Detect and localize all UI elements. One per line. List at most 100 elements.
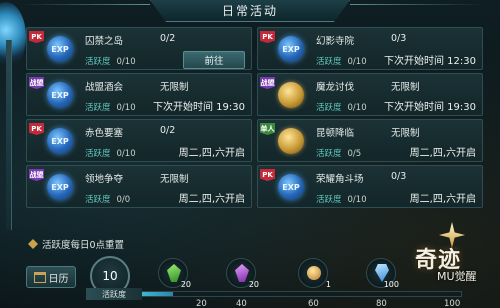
activity-progress-fill (141, 292, 173, 296)
milestone-label: 40 (236, 299, 247, 308)
activity-type-tag: PK (29, 31, 44, 43)
activity-points-row: 活跃度 0/10 (85, 101, 136, 113)
green-gem-icon (167, 264, 181, 282)
activity-count: 0/3 (391, 33, 407, 44)
reward-quantity: 1 (325, 280, 331, 289)
activity-name: 昆顿降临 (316, 128, 355, 139)
activity-card[interactable]: PK EXP 赤色要塞 0/2 活跃度 0/10 周二,四,六开启 (26, 119, 252, 162)
activity-count: 0/2 (160, 33, 176, 44)
activity-count: 0/2 (160, 125, 176, 136)
calendar-icon (33, 271, 46, 283)
activity-points-row: 活跃度 0/10 (316, 193, 367, 205)
gold-icon (278, 82, 304, 108)
activity-points-label: 活跃度 (316, 195, 342, 205)
activity-points-label: 活跃度 (85, 149, 111, 159)
diamond-bullet-icon (28, 239, 38, 249)
reset-note: 活跃度每日0点重置 (28, 237, 124, 251)
activity-points-label: 活跃度 (316, 57, 342, 67)
activity-card[interactable]: 单人 昆顿降临 无限制活跃度 0/5 周二,四,六开启 (257, 119, 483, 162)
activity-schedule: 下次开始时间 19:30 (384, 102, 476, 113)
activity-points-value: 10 (102, 269, 118, 283)
activity-card[interactable]: 战盟 魔龙讨伐 无限制活跃度 0/10 下次开始时间 19:30 (257, 73, 483, 116)
milestone-label: 60 (308, 299, 319, 308)
activity-count: 无限制 (391, 128, 420, 139)
title-divider-right (350, 4, 485, 5)
logo-subtitle: MU觉醒 (437, 270, 477, 283)
activity-schedule: 周二,四,六开启 (178, 148, 245, 159)
activity-points-label: 活跃度 (85, 103, 111, 113)
activity-type-tag: PK (29, 123, 44, 135)
milestone-label: 20 (196, 299, 207, 308)
activity-count: 无限制 (160, 82, 189, 93)
activity-points-value: 0/5 (347, 149, 362, 159)
exp-icon: EXP (47, 82, 73, 108)
activity-card[interactable]: PK EXP 幻影寺院 0/3 活跃度 0/10 下次开始时间 12:30 (257, 27, 483, 70)
activity-type-tag: PK (260, 31, 275, 43)
exp-icon: EXP (47, 128, 73, 154)
activity-points-value: 0/10 (347, 57, 367, 67)
activity-points-value: 0/10 (347, 195, 367, 205)
milestone-label: 100 (444, 299, 461, 308)
activity-schedule: 周二,四,六开启 (409, 148, 476, 159)
activity-schedule: 下次开始时间 12:30 (384, 56, 476, 67)
activity-points-row: 活跃度 0/10 (316, 55, 367, 67)
activity-name: 魔龙讨伐 (316, 82, 355, 93)
activity-points-row: 活跃度 0/10 (85, 55, 136, 67)
activity-name: 战盟酒会 (85, 82, 124, 93)
activity-name: 荣耀角斗场 (316, 174, 364, 185)
activity-points-row: 活跃度 0/10 (85, 147, 136, 159)
goto-button[interactable]: 前往 (183, 51, 245, 69)
activity-schedule: 周二,四,六开启 (409, 194, 476, 205)
activity-points-label: 活跃度 (86, 288, 142, 300)
activity-name: 赤色要塞 (85, 128, 124, 139)
activity-points-label: 活跃度 (85, 57, 111, 67)
exp-icon: EXP (47, 174, 73, 200)
activity-count: 无限制 (391, 82, 420, 93)
reward-chest[interactable]: 20 (226, 258, 259, 289)
calendar-button[interactable]: 日历 (26, 266, 76, 288)
milestone-label: 80 (376, 299, 387, 308)
reward-chest[interactable]: 1 (298, 258, 331, 289)
activity-points-value: 0/10 (116, 57, 136, 67)
activity-points-value: 0/10 (116, 103, 136, 113)
activity-points-value: 0/0 (116, 195, 131, 205)
reset-note-text: 活跃度每日0点重置 (42, 240, 125, 251)
activity-card[interactable]: 战盟 EXP 领地争夺 无限制活跃度 0/0 周二,四,六开启 (26, 165, 252, 208)
orb-icon (307, 266, 321, 280)
activity-card[interactable]: 战盟 EXP 战盟酒会 无限制 活跃度 0/10 下次开始时间 19:30 (26, 73, 252, 116)
activity-count: 0/3 (391, 171, 407, 182)
activity-card[interactable]: PK EXP 荣耀角斗场 0/3 活跃度 0/10 周二,四,六开启 (257, 165, 483, 208)
exp-icon: EXP (278, 36, 304, 62)
activity-name: 幻影寺院 (316, 36, 355, 47)
activity-type-tag: 战盟 (260, 77, 275, 89)
reward-quantity: 20 (180, 280, 191, 289)
activity-points-value: 0/10 (347, 103, 367, 113)
title-banner: 日常活动 (150, 0, 350, 22)
activity-points-value: 0/10 (116, 149, 136, 159)
activity-points-row: 活跃度 0/10 (316, 101, 367, 113)
purple-gem-icon (235, 264, 249, 282)
title-divider-left (20, 4, 150, 5)
exp-icon: EXP (47, 36, 73, 62)
activity-type-tag: 单人 (260, 123, 275, 135)
activity-name: 领地争夺 (85, 174, 124, 185)
activity-points-label: 活跃度 (85, 195, 111, 205)
activity-name: 囚禁之岛 (85, 36, 124, 47)
activity-count: 无限制 (160, 174, 189, 185)
gold-icon (278, 128, 304, 154)
activity-schedule: 周二,四,六开启 (178, 194, 245, 205)
reward-quantity: 20 (248, 280, 259, 289)
exp-icon: EXP (278, 174, 304, 200)
reward-chest[interactable]: 100 (366, 258, 399, 289)
activity-type-tag: PK (260, 169, 275, 181)
activity-card[interactable]: PK EXP 囚禁之岛 0/2 活跃度 0/10 前往 (26, 27, 252, 70)
activity-type-tag: 战盟 (29, 77, 44, 89)
reward-chest[interactable]: 20 (158, 258, 191, 289)
side-frame (6, 40, 12, 230)
activity-points-row: 活跃度 0/0 (85, 193, 130, 205)
game-logo: 奇迹 MU觉醒 (405, 222, 497, 292)
activity-points-label: 活跃度 (316, 149, 342, 159)
calendar-label: 日历 (48, 273, 69, 285)
reward-quantity: 100 (383, 280, 399, 289)
activity-type-tag: 战盟 (29, 169, 44, 181)
